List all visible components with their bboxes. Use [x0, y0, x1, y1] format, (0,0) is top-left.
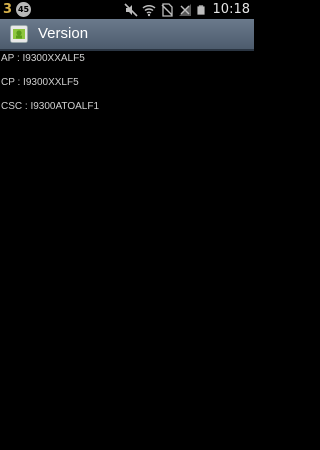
no-sim-icon	[161, 2, 173, 17]
cp-version: CP : I9300XXLF5	[1, 77, 79, 88]
ap-version: AP : I9300XXALF5	[1, 53, 85, 64]
mute-icon	[123, 2, 138, 17]
version-info: AP : I9300XXALF5 CP : I9300XXLF5 CSC : I…	[0, 51, 254, 123]
action-bar: Version	[0, 19, 254, 51]
notification-count-badge: 45	[16, 2, 32, 17]
notification-area[interactable]: 3 45	[3, 1, 32, 18]
wifi-icon	[142, 4, 156, 16]
android-app-icon[interactable]	[10, 25, 28, 43]
system-icons: 10:18	[123, 1, 250, 18]
battery-icon	[196, 4, 205, 15]
status-bar: 3 45 10:18	[0, 0, 254, 19]
signal-icon	[178, 3, 191, 16]
clock: 10:18	[212, 2, 250, 17]
csc-version: CSC : I9300ATOALF1	[1, 101, 100, 112]
page-title: Version	[38, 25, 89, 42]
notification-3-icon: 3	[3, 1, 13, 17]
